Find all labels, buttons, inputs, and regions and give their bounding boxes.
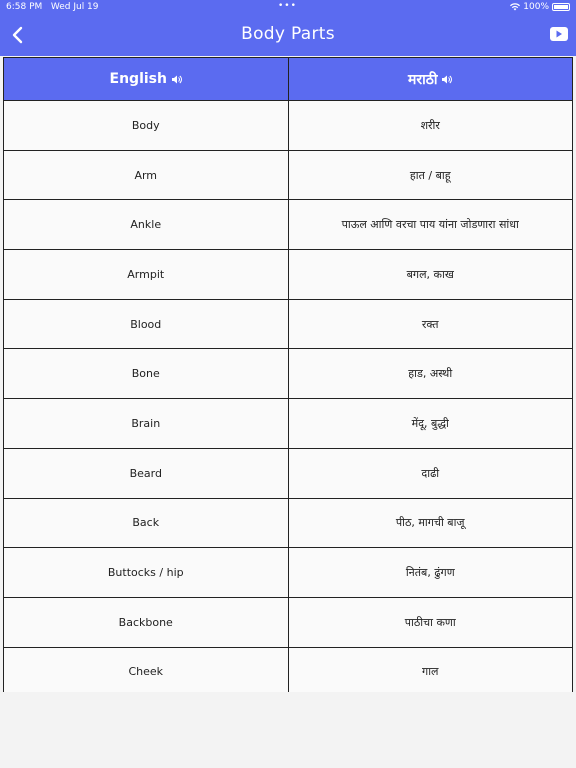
marathi-cell[interactable]: गाल [287, 646, 573, 692]
column-english[interactable]: English [3, 57, 289, 101]
wifi-icon [510, 3, 521, 11]
table-row[interactable]: Ankle पाऊल आणि वरचा पाय यांना जोडणारा सां… [3, 199, 573, 251]
english-cell[interactable]: Cheek [3, 646, 289, 692]
marathi-cell[interactable]: पीठ, मागची बाजू [287, 497, 573, 549]
status-time: 6:58 PM Wed Jul 19 [6, 2, 99, 12]
youtube-icon [556, 30, 562, 38]
marathi-cell[interactable]: दाढी [287, 447, 573, 499]
table-row[interactable]: Buttocks / hip नितंब, ढुंगण [3, 547, 573, 598]
battery-icon [552, 3, 570, 11]
marathi-cell[interactable]: रक्त [287, 298, 573, 350]
marathi-cell[interactable]: हात / बाहू [287, 149, 573, 201]
marathi-cell[interactable]: बगल, काख [287, 249, 573, 300]
speaker-icon [171, 75, 182, 83]
table-row[interactable]: Brain मेंदू, बुद्धी [3, 398, 573, 449]
english-cell[interactable]: Ankle [3, 199, 289, 251]
marathi-cell[interactable]: हाड, अस्थी [287, 348, 573, 400]
english-cell[interactable]: Armpit [3, 249, 289, 300]
marathi-cell[interactable]: मेंदू, बुद्धी [287, 398, 573, 449]
app-header: 6:58 PM Wed Jul 19 ••• 100% Body Parts [0, 0, 576, 56]
english-cell[interactable]: Beard [3, 447, 289, 499]
marathi-cell[interactable]: शरीर [287, 100, 573, 151]
english-cell[interactable]: Buttocks / hip [3, 547, 289, 598]
table-header-row: English मराठी [3, 57, 573, 101]
marathi-cell[interactable]: पाऊल आणि वरचा पाय यांना जोडणारा सांधा [287, 199, 573, 251]
table-row[interactable]: Cheek गाल [3, 646, 573, 692]
table-row[interactable]: Beard दाढी [3, 447, 573, 499]
table-row[interactable]: Armpit बगल, काख [3, 249, 573, 300]
word-table: English मराठी Body शरीर Arm हात / बाहू Ank… [3, 57, 573, 692]
english-cell[interactable]: Bone [3, 348, 289, 400]
column-marathi[interactable]: मराठी [287, 57, 573, 101]
english-cell[interactable]: Back [3, 497, 289, 549]
marathi-cell[interactable]: नितंब, ढुंगण [287, 547, 573, 598]
battery-percent: 100% [523, 2, 549, 12]
table-row[interactable]: Back पीठ, मागची बाजू [3, 497, 573, 549]
english-cell[interactable]: Brain [3, 398, 289, 449]
english-cell[interactable]: Backbone [3, 596, 289, 648]
table-row[interactable]: Arm हात / बाहू [3, 149, 573, 201]
english-cell[interactable]: Blood [3, 298, 289, 350]
table-row[interactable]: Body शरीर [3, 100, 573, 151]
speaker-icon [442, 75, 453, 84]
multitask-dots-icon[interactable]: ••• [278, 1, 297, 11]
youtube-button[interactable] [550, 27, 568, 41]
table-row[interactable]: Backbone पाठीचा कणा [3, 596, 573, 648]
table-row[interactable]: Blood रक्त [3, 298, 573, 350]
page-title: Body Parts [241, 24, 335, 44]
status-right: 100% [510, 2, 570, 12]
english-cell[interactable]: Body [3, 100, 289, 151]
english-cell[interactable]: Arm [3, 149, 289, 201]
word-table-scroll[interactable]: English मराठी Body शरीर Arm हात / बाहू Ank… [3, 57, 573, 692]
table-row[interactable]: Bone हाड, अस्थी [3, 348, 573, 400]
marathi-cell[interactable]: पाठीचा कणा [287, 596, 573, 648]
status-bar: 6:58 PM Wed Jul 19 ••• 100% [0, 0, 576, 14]
